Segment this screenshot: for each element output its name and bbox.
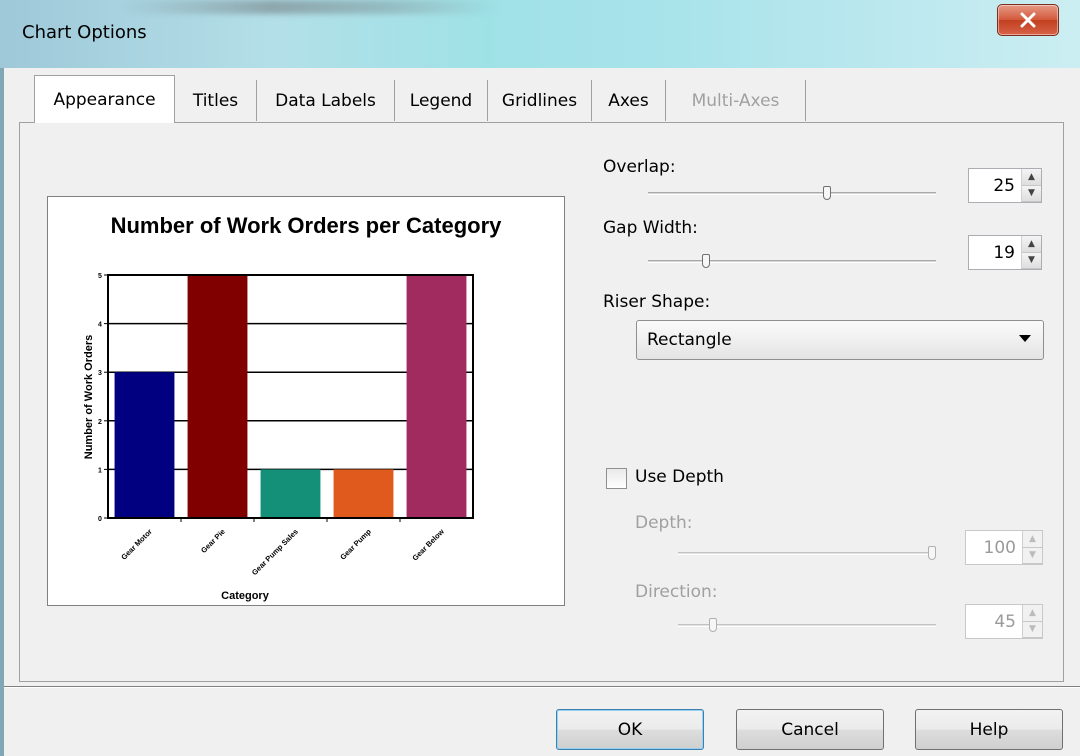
spin-down-icon: ▼: [1023, 621, 1042, 638]
x-tick-label: Gear Pump Sales: [250, 527, 300, 577]
bar: [406, 275, 467, 518]
y-tick-label: 0: [98, 516, 102, 523]
x-tick-label: Gear Motor: [119, 527, 154, 562]
spin-up-icon[interactable]: ▲: [1022, 236, 1041, 253]
tab-multi-axes: Multi-Axes: [666, 80, 806, 121]
riser-shape-select[interactable]: Rectangle: [636, 320, 1044, 360]
gap-width-spinner[interactable]: 19 ▲ ▼: [968, 235, 1042, 270]
bar: [114, 372, 175, 518]
bar: [187, 275, 248, 518]
spin-down-icon[interactable]: ▼: [1022, 252, 1041, 269]
bottom-separator: [4, 686, 1080, 688]
tab-titles[interactable]: Titles: [175, 80, 257, 121]
gap-width-slider-thumb[interactable]: [702, 254, 710, 268]
spin-up-icon: ▲: [1023, 605, 1042, 622]
depth-slider-track: [678, 552, 936, 555]
help-button[interactable]: Help: [915, 709, 1063, 750]
depth-spinner: 100 ▲ ▼: [965, 530, 1043, 565]
tab-legend[interactable]: Legend: [395, 80, 488, 121]
x-tick-label: Gear Below: [410, 527, 446, 563]
overlap-slider-track[interactable]: [648, 192, 936, 195]
chevron-down-icon: [1019, 335, 1031, 342]
chart-svg: Number of Work Orders per Category 0 1 2 3 4…: [83, 213, 503, 602]
depth-label: Depth:: [635, 513, 693, 533]
gap-width-slider-track[interactable]: [648, 260, 936, 263]
window-title: Chart Options: [22, 22, 147, 43]
depth-value: 100: [983, 537, 1016, 558]
x-tick-label: Gear Pump: [338, 527, 373, 562]
tab-data-labels[interactable]: Data Labels: [257, 80, 395, 121]
cancel-button[interactable]: Cancel: [736, 709, 884, 750]
depth-slider-thumb: [928, 546, 936, 560]
close-x-icon: [1020, 12, 1036, 28]
ok-button[interactable]: OK: [556, 709, 704, 750]
spin-down-icon: ▼: [1023, 547, 1042, 564]
use-depth-checkbox[interactable]: [606, 468, 627, 489]
tab-axes[interactable]: Axes: [592, 80, 666, 121]
use-depth-label[interactable]: Use Depth: [635, 467, 724, 487]
x-axis-label: Category: [221, 590, 270, 602]
direction-slider-thumb: [709, 618, 717, 632]
tab-gridlines[interactable]: Gridlines: [488, 80, 592, 121]
y-tick-label: 4: [98, 322, 102, 329]
overlap-label: Overlap:: [603, 157, 676, 177]
chart-preview: Number of Work Orders per Category 0 1 2 3 4…: [47, 196, 565, 606]
overlap-value[interactable]: 25: [969, 176, 1021, 196]
overlap-spinner[interactable]: 25 ▲ ▼: [968, 168, 1042, 203]
gap-width-label: Gap Width:: [603, 218, 698, 238]
riser-shape-label: Riser Shape:: [603, 292, 711, 312]
spin-up-icon: ▲: [1023, 531, 1042, 548]
direction-spinner: 45 ▲ ▼: [965, 604, 1043, 639]
bar: [260, 469, 321, 518]
y-axis-label: Number of Work Orders: [83, 335, 95, 460]
chart-title: Number of Work Orders per Category: [111, 213, 503, 238]
spin-down-icon[interactable]: ▼: [1022, 185, 1041, 202]
y-tick-label: 3: [98, 370, 102, 377]
riser-shape-value: Rectangle: [647, 330, 732, 350]
titlebar-glare: [120, 0, 500, 14]
y-tick-label: 1: [98, 467, 102, 474]
spin-up-icon[interactable]: ▲: [1022, 169, 1041, 186]
overlap-slider-thumb[interactable]: [823, 186, 831, 200]
bar: [333, 469, 394, 518]
x-tick-label: Gear Pie: [199, 527, 227, 555]
y-tick-label: 2: [98, 419, 102, 426]
direction-label: Direction:: [635, 582, 718, 602]
window-left-border: [0, 68, 4, 756]
direction-value: 45: [994, 611, 1016, 632]
y-tick-label: 5: [98, 273, 102, 280]
close-button[interactable]: [997, 4, 1059, 36]
tab-appearance[interactable]: Appearance: [34, 75, 175, 123]
gap-width-value[interactable]: 19: [969, 243, 1021, 263]
